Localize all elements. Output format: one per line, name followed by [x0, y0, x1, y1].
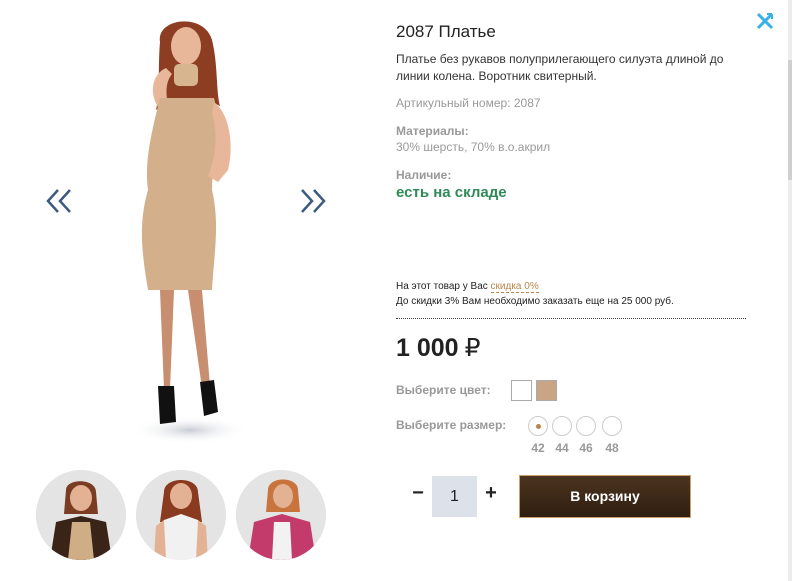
product-price: 1 000 ₽	[396, 333, 480, 363]
thumbnail-strip	[36, 470, 326, 560]
discount-line-2: До скидки 3% Вам необходимо заказать еще…	[396, 296, 674, 307]
product-description: Платье без рукавов полуприлегающего силу…	[396, 52, 724, 83]
materials-value: 30% шерсть, 70% в.о.акрил	[396, 140, 551, 154]
main-product-photo	[132, 21, 248, 444]
discount-link[interactable]: скидка 0%	[490, 281, 539, 293]
size-value-42: 42	[531, 441, 545, 455]
color-swatch-white[interactable]	[511, 380, 532, 401]
size-value-48: 48	[605, 441, 619, 455]
stock-status: есть на складе	[396, 184, 507, 201]
product-title: 2087 Платье	[396, 22, 496, 41]
size-radio-42[interactable]	[528, 416, 548, 436]
next-image-button[interactable]	[298, 186, 328, 216]
product-gallery	[0, 0, 380, 581]
size-value-46: 46	[579, 441, 593, 455]
prev-image-button[interactable]	[44, 186, 74, 216]
divider	[396, 318, 746, 319]
color-label: Выберите цвет:	[396, 383, 491, 397]
color-swatch-beige[interactable]	[536, 380, 557, 401]
size-value-44: 44	[555, 441, 569, 455]
close-icon	[756, 12, 774, 30]
stock-label: Наличие:	[396, 168, 452, 182]
thumbnail-pink-cardigan[interactable]	[236, 470, 326, 560]
thumbnail-white-top[interactable]	[136, 470, 226, 560]
size-radio-46[interactable]	[576, 416, 596, 436]
scrollbar[interactable]	[788, 0, 792, 581]
size-label: Выберите размер:	[396, 418, 507, 432]
discount-info: На этот товар у Вас скидка 0% До скидки …	[396, 279, 674, 309]
quantity-input[interactable]: 1	[432, 476, 477, 517]
materials-label: Материалы:	[396, 124, 469, 138]
thumbnail-black-cardigan[interactable]	[36, 470, 126, 560]
double-chevron-right-icon	[301, 189, 326, 213]
size-radio-44[interactable]	[552, 416, 572, 436]
double-chevron-left-icon	[46, 189, 71, 213]
quantity-increase-button[interactable]: +	[481, 481, 501, 505]
price-currency: ₽	[464, 334, 481, 362]
add-to-cart-button[interactable]: В корзину	[519, 475, 691, 518]
close-button[interactable]	[754, 10, 776, 32]
product-sku: Артикульный номер: 2087	[396, 96, 541, 110]
scrollbar-thumb[interactable]	[788, 60, 792, 180]
discount-prefix: На этот товар у Вас	[396, 281, 491, 292]
price-amount: 1 000	[396, 334, 459, 362]
size-radio-48[interactable]	[602, 416, 622, 436]
discount-line-1: На этот товар у Вас скидка 0%	[396, 279, 674, 294]
quantity-decrease-button[interactable]: −	[408, 481, 428, 505]
